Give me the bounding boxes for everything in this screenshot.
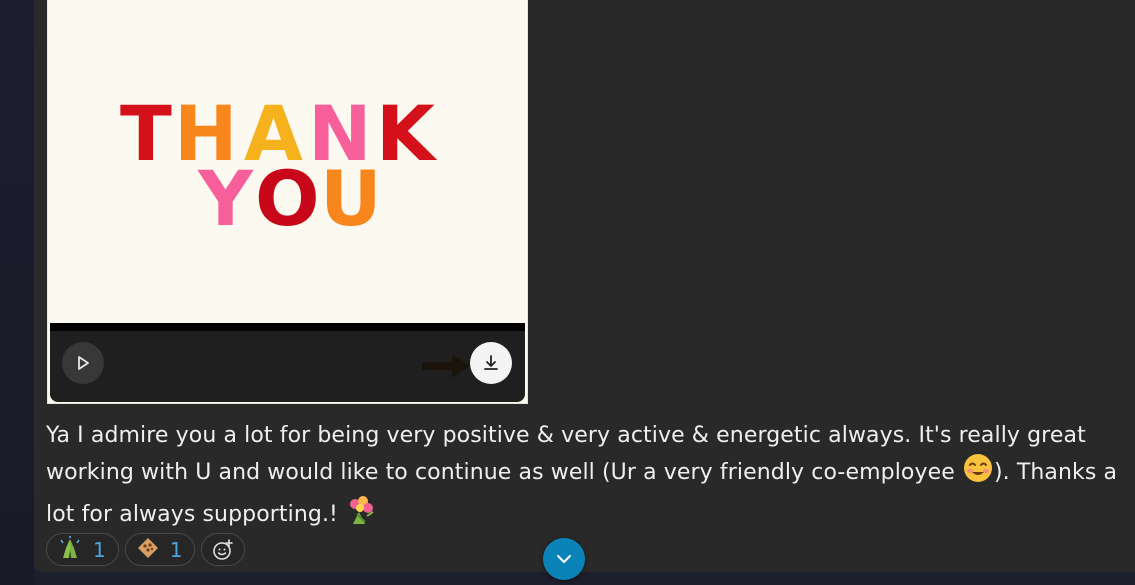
gif-letter-u: U <box>320 154 382 243</box>
cookie-icon <box>136 536 160 564</box>
message-card: T H A N K Y O U Ya I admire you a lot fo… <box>34 0 1135 572</box>
download-button[interactable] <box>470 342 512 384</box>
scroll-to-bottom-button[interactable] <box>543 538 585 580</box>
download-icon <box>484 355 498 370</box>
smiling-face-icon <box>962 452 994 494</box>
add-emoji-icon <box>213 538 234 560</box>
message-text-part1: Ya I admire you a lot for being very pos… <box>46 423 1086 485</box>
reaction-praying-hands[interactable]: 1 <box>46 533 119 566</box>
praying-hands-icon <box>57 535 83 564</box>
gif-letter-y: Y <box>197 154 254 243</box>
left-sidebar-edge <box>0 0 34 585</box>
play-button[interactable] <box>62 342 104 384</box>
reaction-count: 1 <box>93 537 106 562</box>
gif-letter-k: K <box>376 89 438 178</box>
play-icon <box>78 356 89 370</box>
add-reaction-button[interactable] <box>201 533 246 566</box>
bouquet-icon <box>345 494 377 536</box>
gif-letter-t: T <box>120 89 172 178</box>
gif-letter-o: O <box>255 154 320 243</box>
reaction-bar: 1 1 <box>46 533 246 566</box>
gif-you-word: Y O U <box>197 154 382 243</box>
arrow-pointer-icon <box>422 354 470 378</box>
message-text: Ya I admire you a lot for being very pos… <box>46 419 1126 536</box>
reaction-cookie[interactable]: 1 <box>124 533 196 566</box>
chevron-down-icon <box>557 555 571 563</box>
media-player-bar <box>50 323 525 402</box>
reaction-count: 1 <box>169 537 183 562</box>
